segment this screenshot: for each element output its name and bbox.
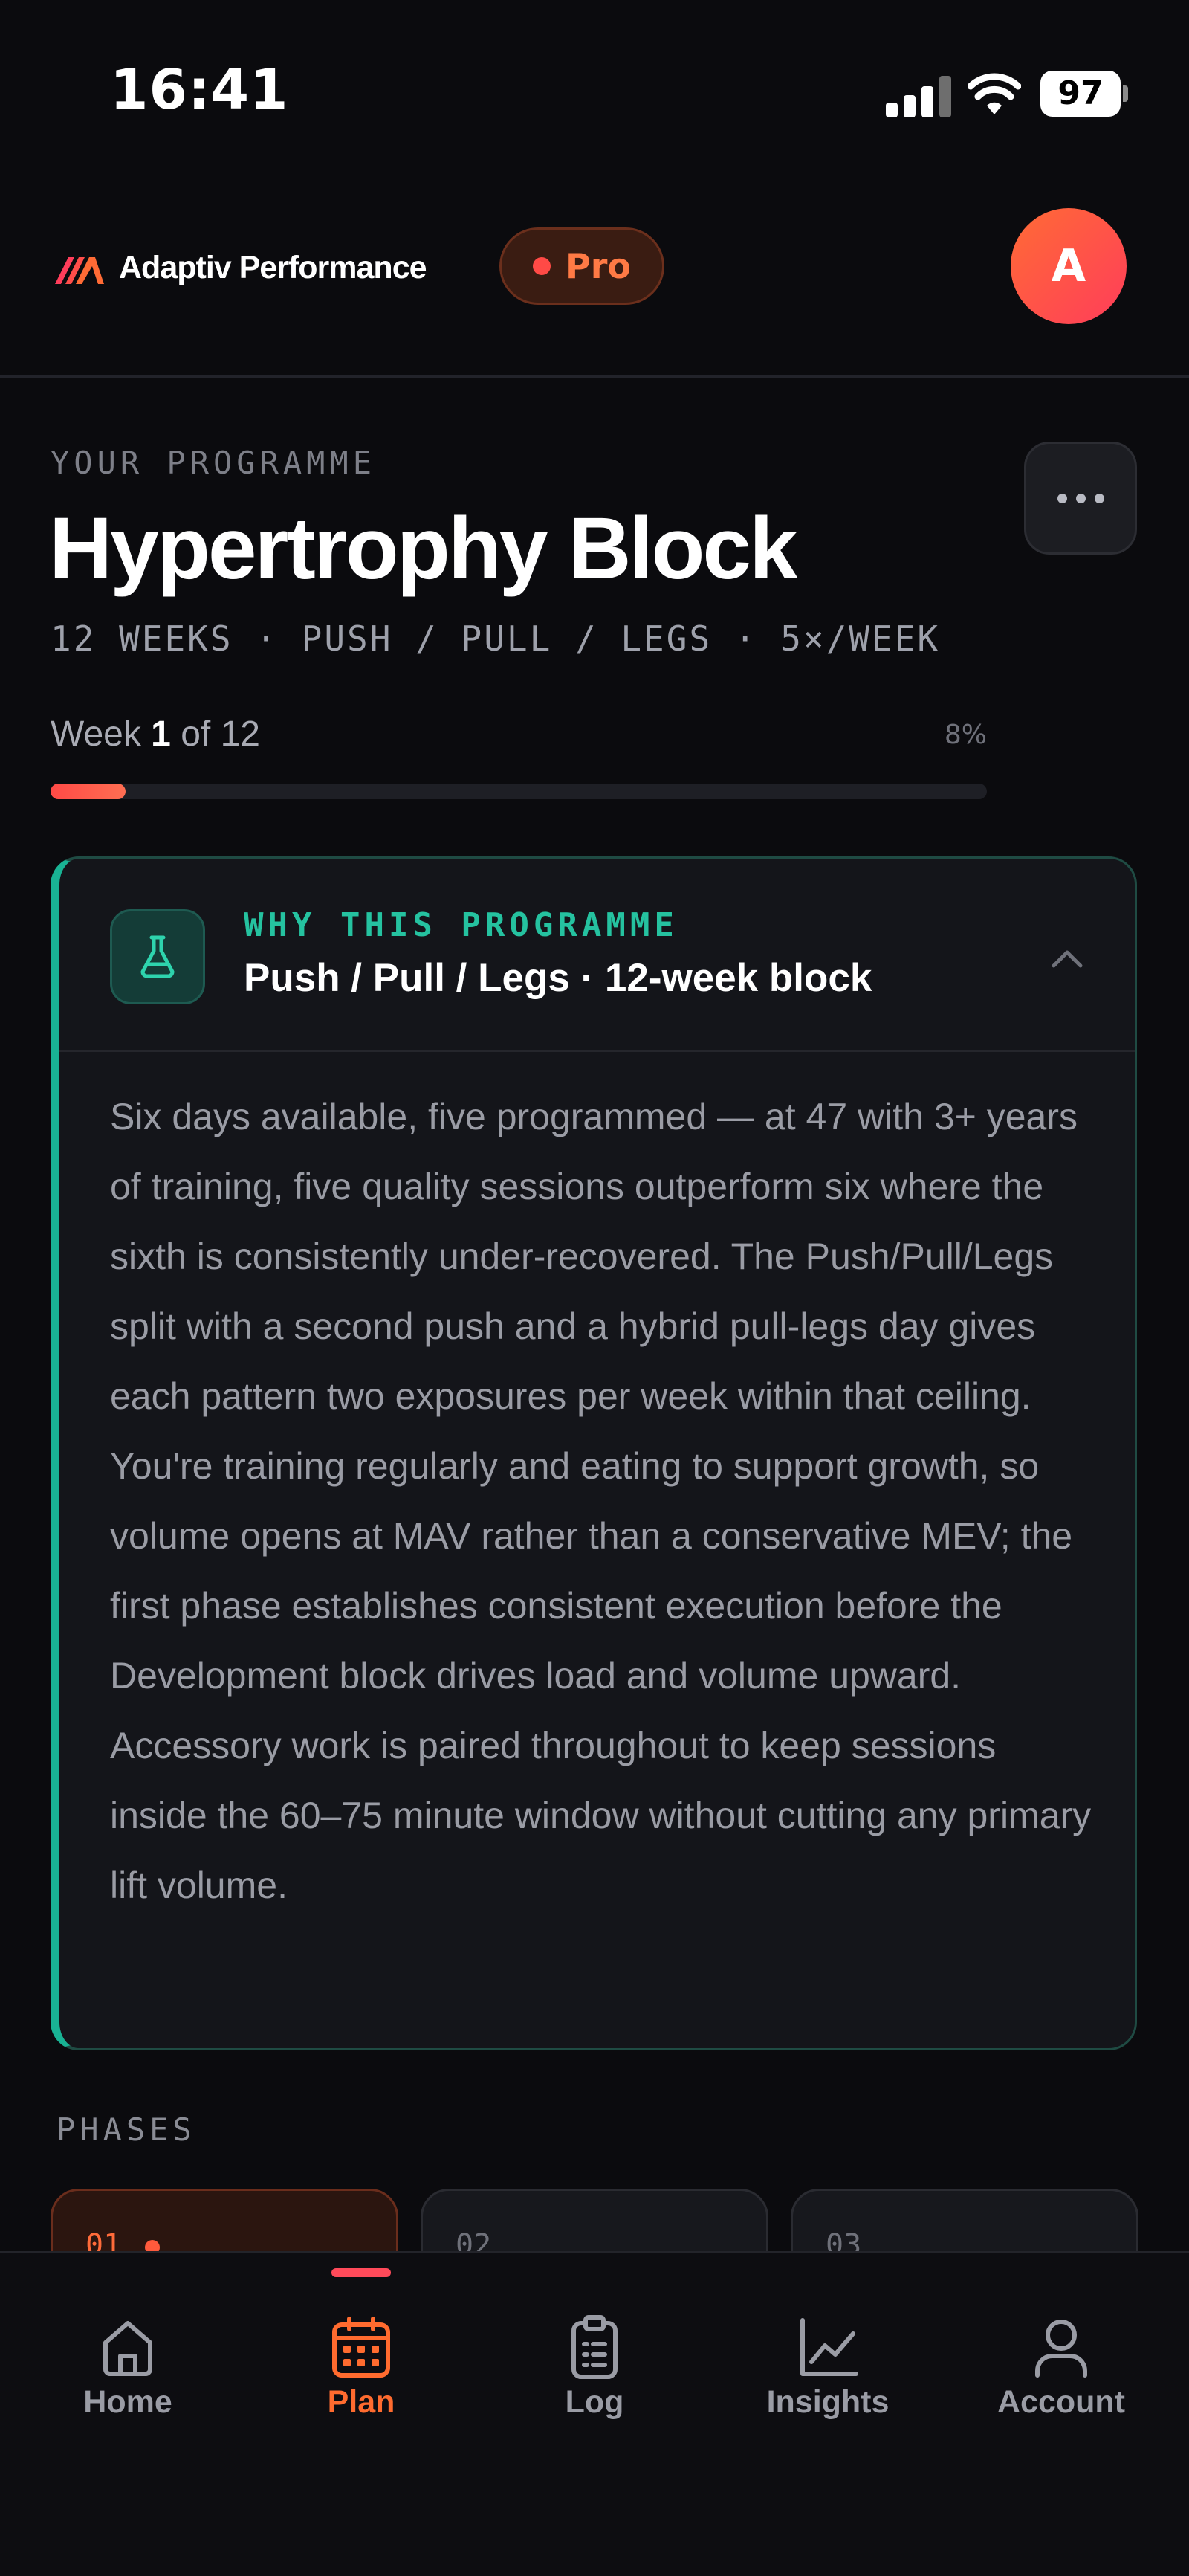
battery-icon: 97 [1040,71,1128,117]
wifi-icon [968,73,1021,114]
programme-meta: 12 WEEKS · PUSH / PULL / LEGS · 5×/WEEK [51,619,941,659]
app-header: Adaptiv Performance Pro A [0,186,1189,378]
home-icon [103,2321,152,2376]
chevron-up-icon[interactable] [1043,939,1091,978]
tab-insights[interactable]: Insights [709,2253,947,2476]
chart-line-icon [800,2318,858,2376]
clipboard-icon [571,2315,618,2379]
avatar[interactable]: A [1011,208,1127,324]
more-dots-icon [1057,493,1067,503]
programme-title: Hypertrophy Block [49,500,798,598]
bottom-tab-bar: Home Plan Log Insights Account [0,2251,1189,2576]
calendar-icon [332,2317,390,2378]
why-programme-card: WHY THIS PROGRAMME Push / Pull / Legs · … [51,856,1137,2050]
pro-dot-icon [532,257,551,275]
tab-log[interactable]: Log [476,2253,713,2476]
active-tab-indicator [331,2268,391,2277]
why-programme-eyebrow: WHY THIS PROGRAMME [244,906,678,944]
phases-label: PHASES [56,2111,196,2148]
battery-level: 97 [1040,71,1121,117]
tab-label: Plan [327,2384,395,2420]
cellular-signal-icon [886,76,951,117]
brand-logo-icon [55,257,104,284]
plan-screen: 16:41 97 Adaptiv Performance Pro A YOUR … [0,0,1189,2576]
more-options-button[interactable] [1024,442,1137,555]
user-icon [1035,2320,1087,2378]
why-programme-title: Push / Pull / Legs · 12-week block [244,956,872,1000]
tab-label: Home [83,2384,172,2420]
status-time: 16:41 [110,58,289,122]
flask-icon [110,909,205,1004]
week-progress-label: Week 1 of 12 [51,714,260,754]
pro-badge-label: Pro [565,246,631,286]
tab-label: Insights [766,2384,890,2420]
week-progress-bar [51,784,987,799]
tab-label: Log [565,2384,624,2420]
programme-eyebrow: YOUR PROGRAMME [51,445,377,481]
week-progress-fill [51,784,126,799]
tab-label: Account [997,2384,1125,2420]
pro-badge[interactable]: Pro [499,227,664,305]
why-programme-header[interactable]: WHY THIS PROGRAMME Push / Pull / Legs · … [59,859,1135,1052]
week-progress-percent: 8% [944,720,987,750]
brand-name: Adaptiv Performance [119,250,427,285]
tab-home[interactable]: Home [9,2253,247,2476]
tab-plan[interactable]: Plan [242,2253,480,2476]
tab-account[interactable]: Account [942,2253,1180,2476]
why-programme-body: Six days available, five programmed — at… [110,1096,1092,1906]
status-bar: 16:41 97 [0,0,1189,178]
